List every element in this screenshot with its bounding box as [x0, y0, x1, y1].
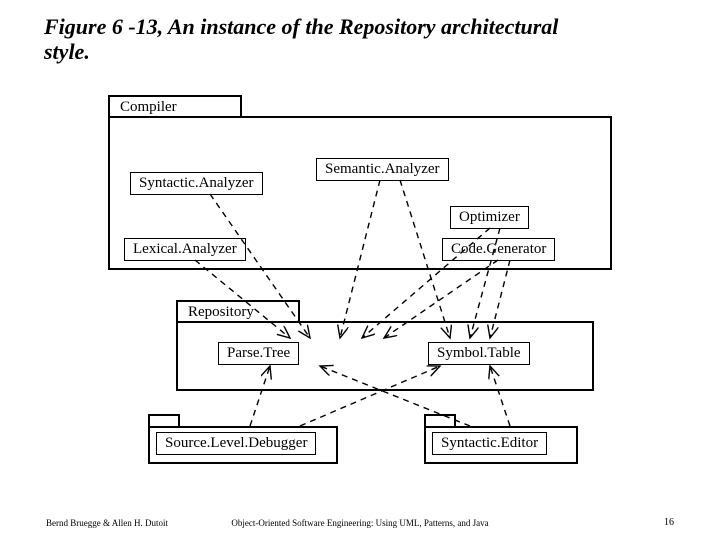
syntactic-editor-box: Syntactic.Editor [432, 432, 547, 455]
symbol-table-box: Symbol.Table [428, 342, 530, 365]
footer-page-number: 16 [664, 517, 674, 528]
lexical-analyzer-box: Lexical.Analyzer [124, 238, 246, 261]
code-generator-box: Code.Generator [442, 238, 555, 261]
dependency-arrows [0, 0, 720, 540]
parse-tree-box: Parse.Tree [218, 342, 299, 365]
figure-title: Figure 6 -13, An instance of the Reposit… [44, 14, 604, 65]
syntactic-analyzer-box: Syntactic.Analyzer [130, 172, 263, 195]
footer-book-title: Object-Oriented Software Engineering: Us… [0, 518, 720, 528]
editor-package-tab [424, 414, 456, 426]
debugger-package-tab [148, 414, 180, 426]
repository-package-tab: Repository [176, 300, 300, 323]
compiler-package-tab: Compiler [108, 95, 242, 118]
source-level-debugger-box: Source.Level.Debugger [156, 432, 316, 455]
optimizer-box: Optimizer [450, 206, 529, 229]
semantic-analyzer-box: Semantic.Analyzer [316, 158, 449, 181]
